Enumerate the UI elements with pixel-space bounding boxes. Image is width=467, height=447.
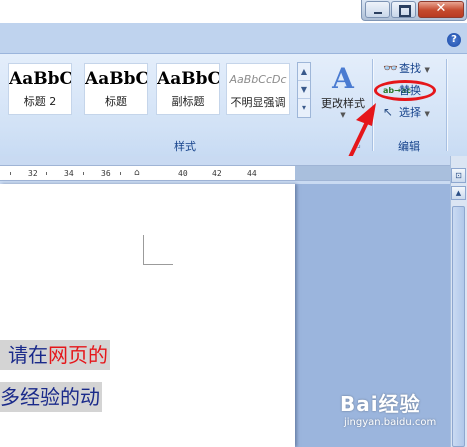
watermark: Bai经验 jingyan.baidu.com [340,388,460,442]
ruler-label: 42 [212,169,222,178]
ruler-label: 32 [28,169,38,178]
margin-corner-mark [143,264,173,265]
scroll-up-icon[interactable]: ▲ [451,186,466,200]
doc-text: 请在 [8,343,48,367]
ruler-label: 36 [101,169,111,178]
ruler-label: 34 [64,169,74,178]
doc-text-red: 网页的 [48,343,108,367]
indent-marker-icon[interactable]: ⌂ [134,168,140,178]
watermark-brand: Bai经验 [340,392,421,416]
margin-corner-mark [143,235,144,265]
doc-text: 多经验的动 [0,385,100,409]
document-text-line[interactable]: 多经验的动 [0,382,102,412]
watermark-url: jingyan.baidu.com [344,417,437,428]
ruler-label: 44 [247,169,257,178]
document-text-line[interactable]: 请在网页的 [0,340,110,370]
ruler-label: 40 [178,169,188,178]
ruler-toggle-icon[interactable]: ⊡ [451,168,466,183]
ruler-margin: 40 42 44 [178,165,450,181]
